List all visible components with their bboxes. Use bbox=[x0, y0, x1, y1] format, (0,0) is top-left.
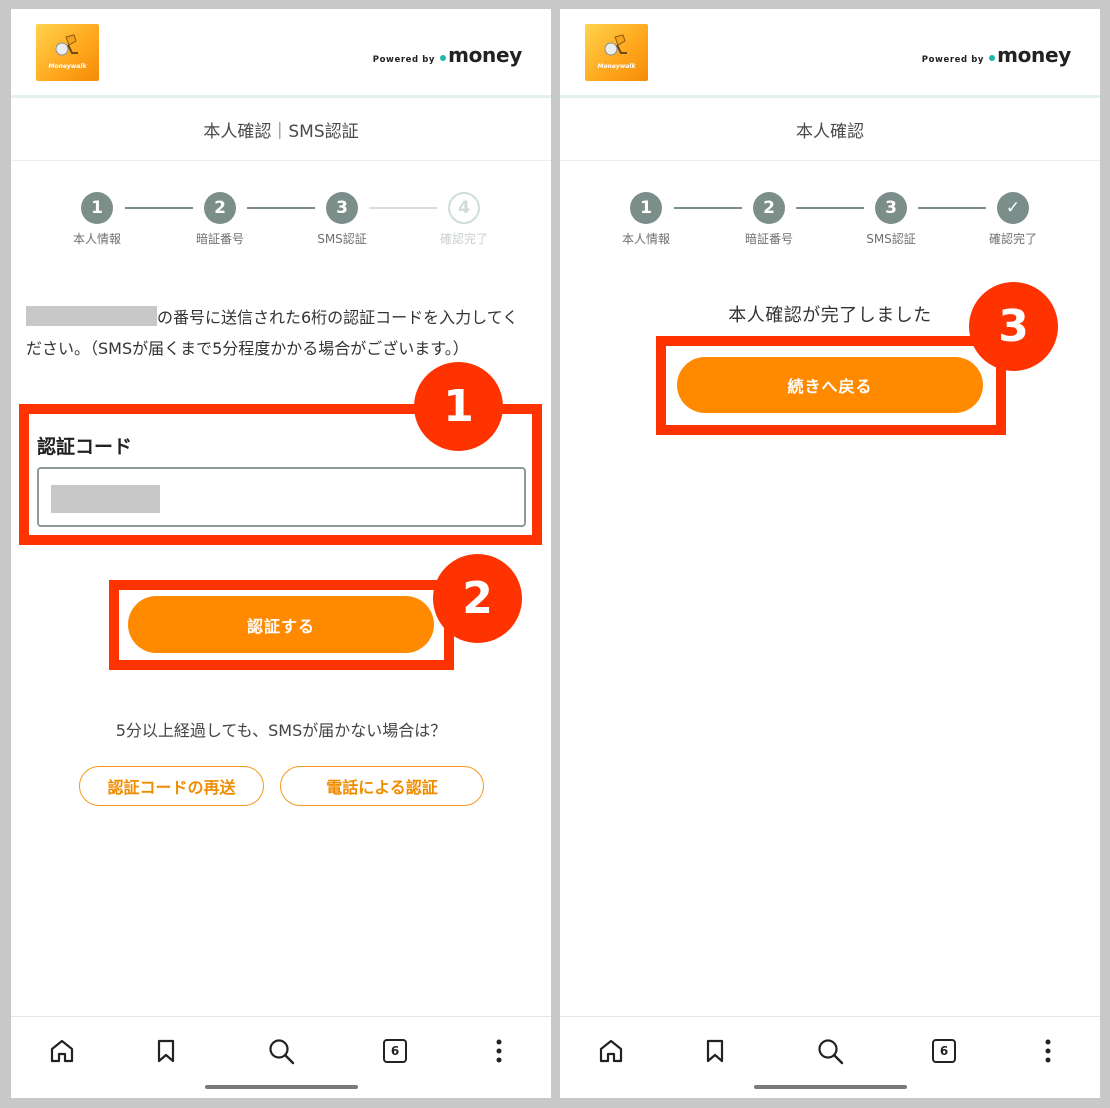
step-1: 1 本人情報 bbox=[47, 189, 147, 247]
search-icon[interactable] bbox=[267, 1037, 295, 1065]
step-label: SMS認証 bbox=[866, 232, 916, 246]
home-indicator[interactable] bbox=[205, 1085, 358, 1089]
step-badge-1: 1 bbox=[414, 362, 503, 451]
tab-count: 6 bbox=[383, 1039, 407, 1063]
step-number: 3 bbox=[326, 192, 358, 224]
step-number: 4 bbox=[448, 192, 480, 224]
step-number: 1 bbox=[630, 192, 662, 224]
home-icon[interactable] bbox=[48, 1037, 76, 1065]
step-label: 本人情報 bbox=[72, 232, 121, 246]
tabs-icon[interactable]: 6 bbox=[930, 1037, 958, 1065]
search-icon[interactable] bbox=[816, 1037, 844, 1065]
step-3: 3 SMS認証 bbox=[292, 189, 392, 247]
home-icon[interactable] bbox=[597, 1037, 625, 1065]
money-dot-icon bbox=[440, 55, 447, 61]
walking-coin-icon bbox=[604, 34, 627, 56]
check-icon: ✓ bbox=[997, 192, 1029, 224]
highlight-box-continue bbox=[656, 336, 1006, 435]
money-dot-icon bbox=[989, 55, 996, 61]
browser-bottom-nav: 6 bbox=[560, 1016, 1100, 1098]
more-icon[interactable] bbox=[485, 1037, 513, 1065]
step-2: 2 暗証番号 bbox=[170, 189, 270, 247]
step-badge-2: 2 bbox=[433, 554, 522, 643]
step-4: 4 確認完了 bbox=[414, 189, 514, 247]
highlight-box-verify bbox=[109, 580, 454, 670]
tabs-icon[interactable]: 6 bbox=[381, 1037, 409, 1065]
step-number: 1 bbox=[81, 192, 113, 224]
step-label: SMS認証 bbox=[317, 232, 367, 246]
logo-text: Moneywalk bbox=[597, 63, 636, 70]
moneywalk-logo[interactable]: Moneywalk bbox=[36, 24, 99, 81]
step-label: 確認完了 bbox=[439, 232, 488, 246]
bookmark-icon[interactable] bbox=[152, 1037, 180, 1065]
moneywalk-logo[interactable]: Moneywalk bbox=[585, 24, 648, 81]
sms-not-received-note: 5分以上経過しても、SMSが届かない場合は？ bbox=[115, 721, 447, 740]
step-number: 2 bbox=[753, 192, 785, 224]
more-icon[interactable] bbox=[1034, 1037, 1062, 1065]
walking-coin-icon bbox=[55, 34, 78, 56]
progress-stepper: 1 本人情報 2 暗証番号 3 SMS認証 ✓ 確認完了 bbox=[560, 189, 1100, 259]
bookmark-icon[interactable] bbox=[701, 1037, 729, 1065]
money-wordmark: money bbox=[997, 43, 1071, 67]
powered-by-money: Powered by money bbox=[372, 43, 523, 67]
powered-by-label: Powered by bbox=[921, 55, 985, 65]
money-wordmark: money bbox=[448, 43, 522, 67]
step-label: 暗証番号 bbox=[195, 232, 244, 246]
powered-by-label: Powered by bbox=[372, 55, 436, 65]
redacted-phone-number bbox=[26, 306, 157, 326]
browser-bottom-nav: 6 bbox=[11, 1016, 551, 1098]
step-2: 2 暗証番号 bbox=[719, 189, 819, 247]
progress-stepper: 1 本人情報 2 暗証番号 3 SMS認証 4 確認完了 bbox=[11, 189, 551, 259]
page-title: 本人確認 bbox=[560, 98, 1100, 161]
phone-verification-button[interactable]: 電話による認証 bbox=[280, 766, 484, 806]
resend-code-button[interactable]: 認証コードの再送 bbox=[79, 766, 264, 806]
home-indicator[interactable] bbox=[754, 1085, 907, 1089]
header: Moneywalk Powered by money bbox=[11, 9, 551, 98]
instruction-text: の番号に送信された6桁の認証コードを入力してください。（SMSが届くまで5分程度… bbox=[26, 302, 531, 364]
header: Moneywalk Powered by money bbox=[560, 9, 1100, 98]
right-screen: Moneywalk Powered by money 本人確認 1 本人情報 2… bbox=[560, 9, 1100, 1098]
step-label: 確認完了 bbox=[988, 232, 1037, 246]
powered-by-money: Powered by money bbox=[921, 43, 1072, 67]
step-number: 3 bbox=[875, 192, 907, 224]
step-label: 本人情報 bbox=[621, 232, 670, 246]
logo-text: Moneywalk bbox=[48, 63, 87, 70]
step-4: ✓ 確認完了 bbox=[963, 189, 1063, 247]
step-1: 1 本人情報 bbox=[596, 189, 696, 247]
step-badge-3: 3 bbox=[969, 282, 1058, 371]
step-label: 暗証番号 bbox=[744, 232, 793, 246]
step-3: 3 SMS認証 bbox=[841, 189, 941, 247]
step-number: 2 bbox=[204, 192, 236, 224]
tab-count: 6 bbox=[932, 1039, 956, 1063]
page-title: 本人確認｜SMS認証 bbox=[11, 98, 551, 161]
